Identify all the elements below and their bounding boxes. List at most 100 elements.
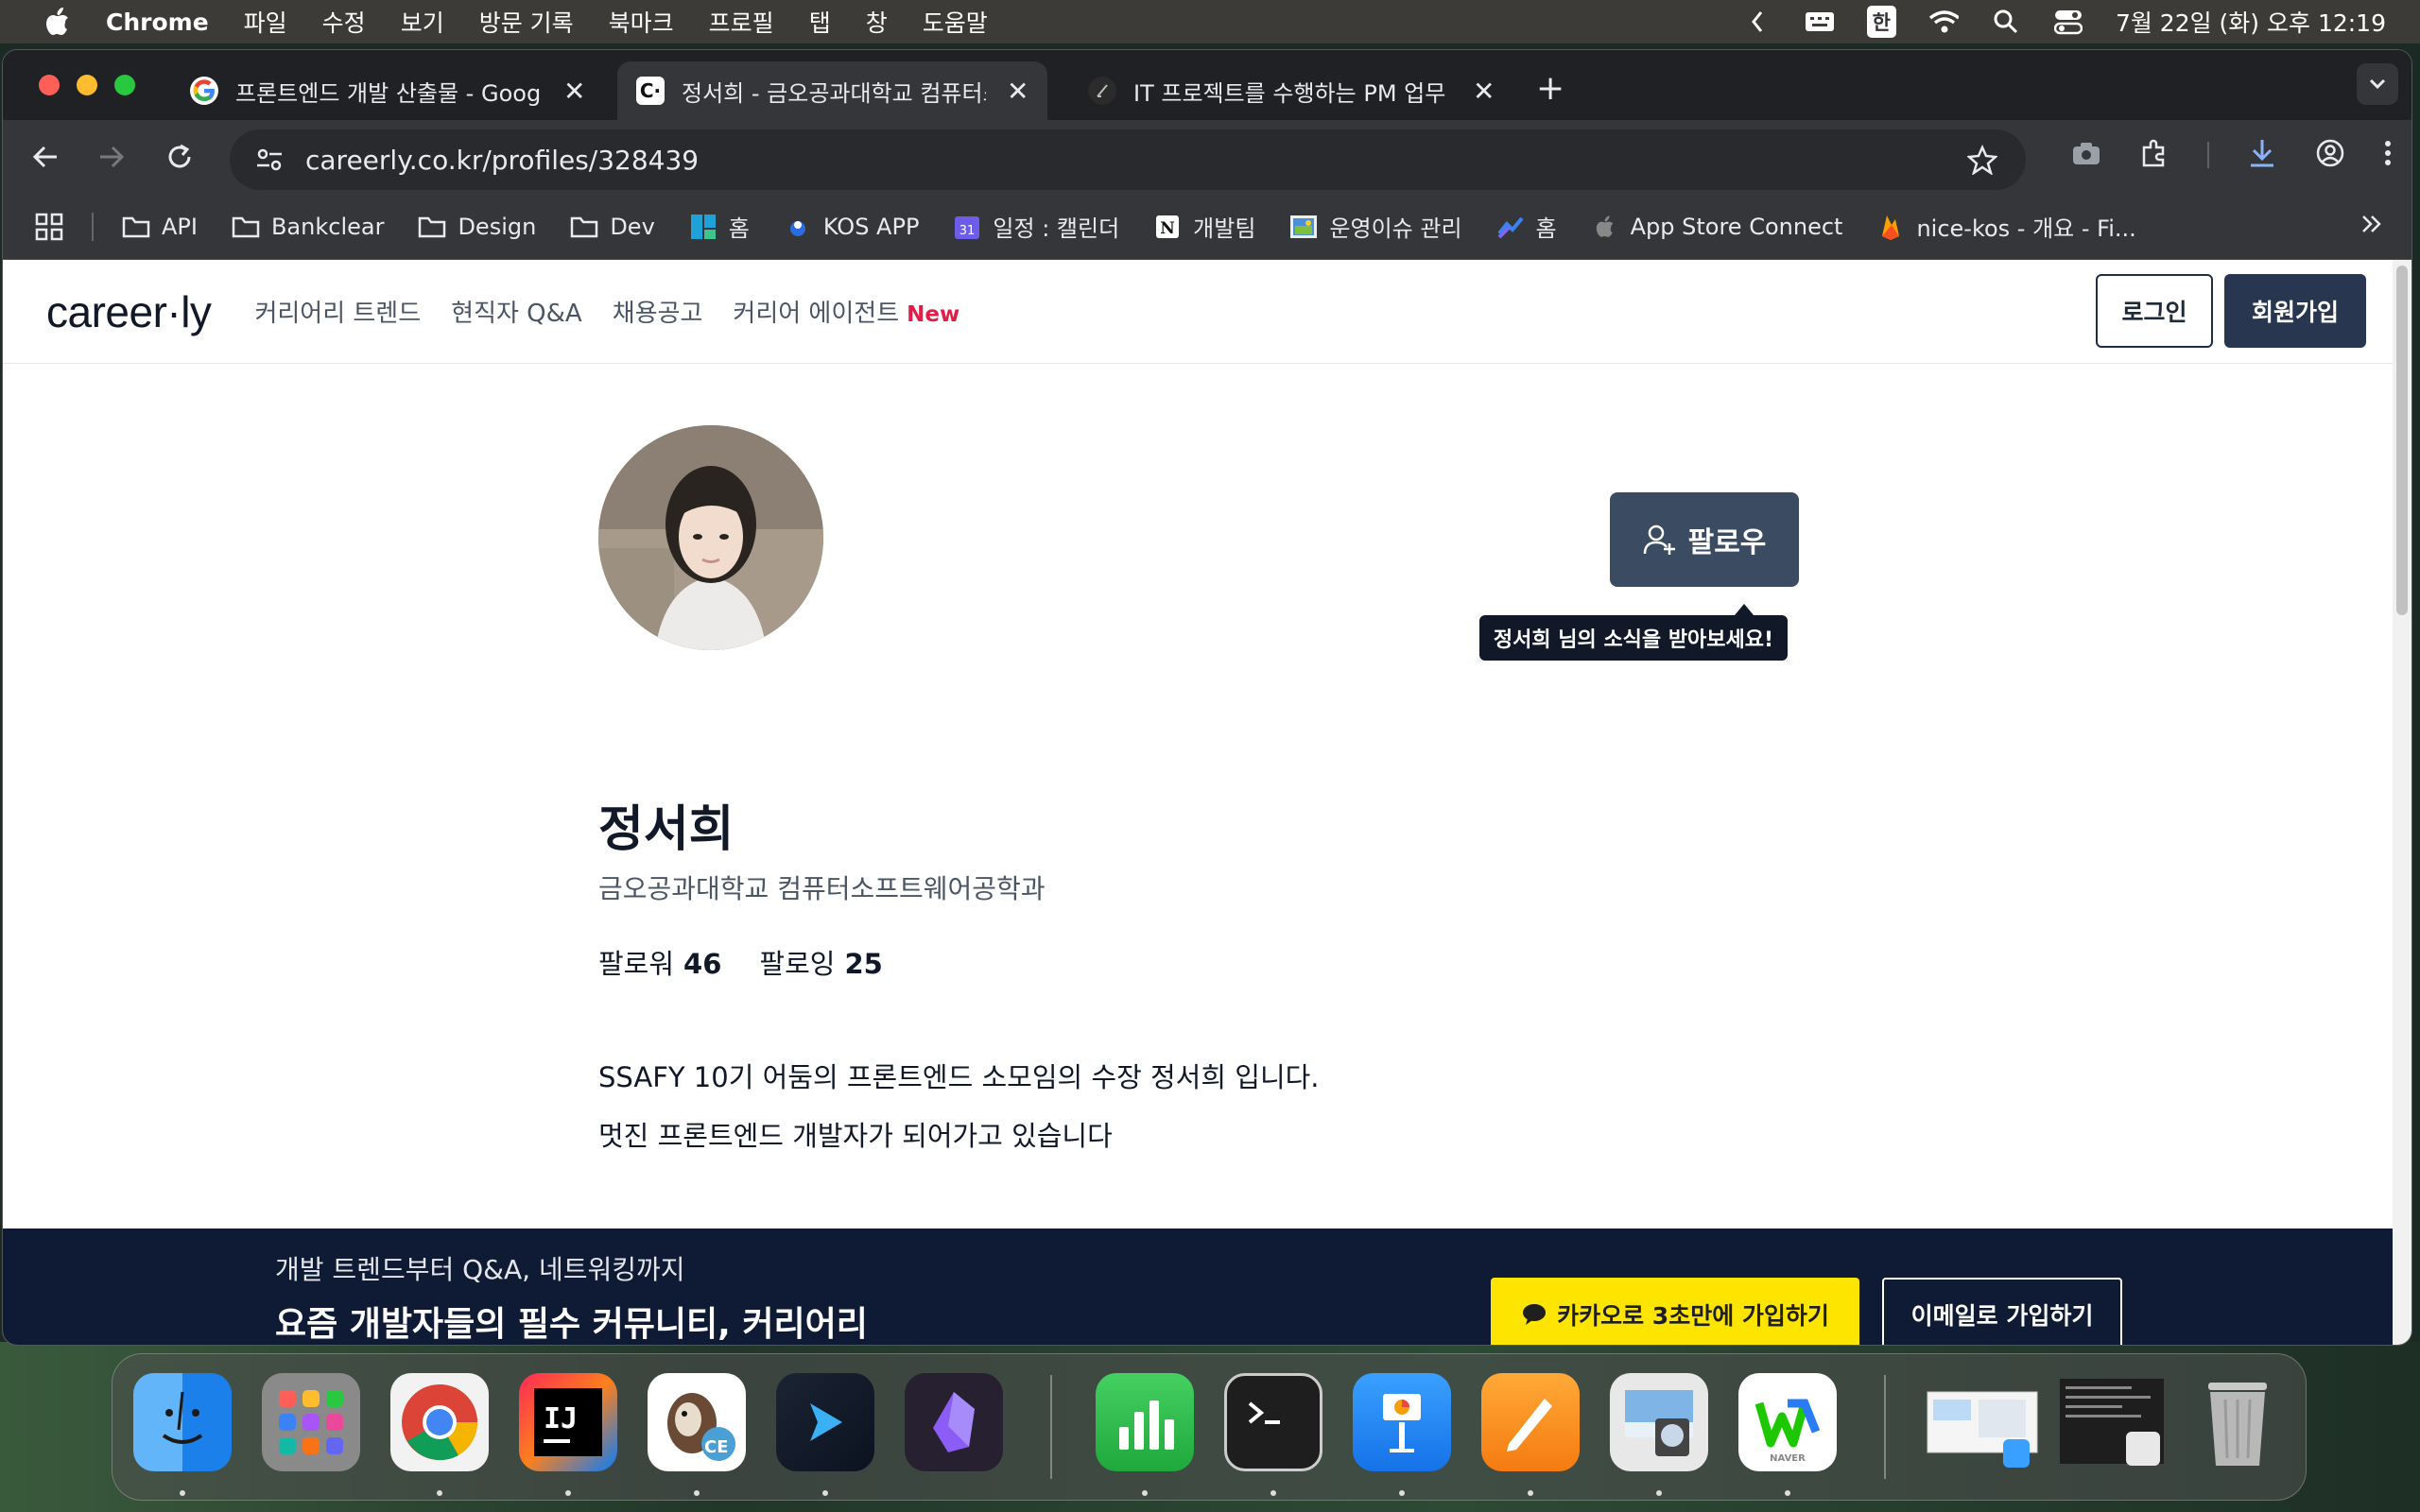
menu-view[interactable]: 보기 bbox=[401, 5, 444, 39]
naver-whale-icon[interactable]: NAVER bbox=[1738, 1373, 1837, 1471]
dbeaver-icon[interactable]: CE bbox=[648, 1373, 746, 1471]
kakao-signup-button[interactable]: 카카오로 3초만에 가입하기 bbox=[1491, 1278, 1859, 1345]
bookmark-star-icon[interactable] bbox=[1966, 144, 1998, 181]
tab-google-doc[interactable]: 프론트엔드 개발 산출물 - Google ✕ bbox=[171, 61, 604, 120]
follow-button[interactable]: 팔로우 bbox=[1610, 492, 1799, 587]
following-stat[interactable]: 팔로잉 25 bbox=[759, 942, 882, 982]
terminal-app-icon[interactable] bbox=[776, 1373, 874, 1471]
scrollbar-thumb[interactable] bbox=[2396, 266, 2408, 615]
site-info-icon[interactable] bbox=[254, 145, 285, 175]
nav-jobs[interactable]: 채용공고 bbox=[613, 294, 703, 329]
bookmark-kos-app[interactable]: KOS APP bbox=[784, 214, 919, 240]
menubar-clock[interactable]: 7월 22일 (화) 오후 12:19 bbox=[2116, 5, 2386, 39]
wifi-icon[interactable] bbox=[1928, 7, 1959, 37]
menu-history[interactable]: 방문 기록 bbox=[479, 5, 574, 39]
close-tab-icon[interactable]: ✕ bbox=[563, 76, 585, 107]
menu-profiles[interactable]: 프로필 bbox=[709, 5, 774, 39]
menu-edit[interactable]: 수정 bbox=[322, 5, 366, 39]
menu-help[interactable]: 도움말 bbox=[923, 5, 988, 39]
menu-bookmarks[interactable]: 북마크 bbox=[609, 5, 674, 39]
nav-career-agent[interactable]: 커리어 에이전트 New bbox=[733, 294, 959, 329]
google-icon bbox=[190, 77, 218, 105]
email-signup-button[interactable]: 이메일로 가입하기 bbox=[1882, 1278, 2122, 1345]
terminal-icon[interactable] bbox=[1224, 1373, 1322, 1471]
zoom-window-button[interactable] bbox=[114, 75, 135, 95]
menu-app-chrome[interactable]: Chrome bbox=[106, 9, 209, 36]
running-indicator bbox=[1656, 1490, 1662, 1496]
profile-avatar bbox=[598, 425, 823, 650]
running-indicator bbox=[1142, 1490, 1148, 1496]
running-indicator bbox=[822, 1490, 828, 1496]
signup-banner: 개발 트렌드부터 Q&A, 네트워킹까지 요즘 개발자들의 필수 커뮤니티, 커… bbox=[3, 1228, 2394, 1345]
more-bookmarks-icon[interactable] bbox=[2360, 213, 2383, 241]
dock-divider bbox=[1884, 1375, 1886, 1479]
numbers-icon[interactable] bbox=[1096, 1373, 1194, 1471]
obsidian-icon[interactable] bbox=[905, 1373, 1003, 1471]
login-button[interactable]: 로그인 bbox=[2096, 274, 2213, 348]
close-window-button[interactable] bbox=[39, 75, 60, 95]
chevron-left-icon[interactable] bbox=[1742, 7, 1772, 37]
launchpad-icon[interactable] bbox=[262, 1373, 360, 1471]
extensions-icon[interactable] bbox=[2139, 138, 2169, 172]
bookmark-folder-api[interactable]: API bbox=[122, 214, 198, 240]
profile-account-icon[interactable] bbox=[2315, 138, 2345, 172]
menu-tab[interactable]: 탭 bbox=[809, 5, 831, 39]
bookmark-folder-design[interactable]: Design bbox=[418, 214, 536, 240]
apple-icon[interactable] bbox=[38, 8, 78, 35]
address-bar[interactable]: careerly.co.kr/profiles/328439 bbox=[230, 129, 2026, 190]
notion-icon: N bbox=[1153, 214, 1182, 240]
keyboard-icon[interactable] bbox=[1805, 7, 1835, 37]
bookmark-calendar[interactable]: 31 일정 : 캘린더 bbox=[953, 210, 1119, 243]
bookmark-home-2[interactable]: 홈 bbox=[1496, 210, 1557, 243]
keynote-icon[interactable] bbox=[1353, 1373, 1451, 1471]
intellij-icon[interactable]: IJ bbox=[519, 1373, 617, 1471]
signup-button[interactable]: 회원가입 bbox=[2224, 274, 2366, 348]
menu-window[interactable]: 창 bbox=[866, 5, 888, 39]
new-tab-button[interactable]: + bbox=[1536, 69, 1564, 108]
reload-button[interactable] bbox=[160, 137, 199, 177]
more-menu-icon[interactable] bbox=[2383, 139, 2393, 171]
bookmark-dev-team[interactable]: N 개발팀 bbox=[1153, 210, 1255, 243]
nav-qna[interactable]: 현직자 Q&A bbox=[451, 294, 582, 329]
url-text[interactable]: careerly.co.kr/profiles/328439 bbox=[305, 145, 699, 176]
tab-careerly-profile[interactable]: C· 정서희 - 금오공과대학교 컴퓨터소프 ✕ bbox=[617, 61, 1048, 120]
spotlight-search-icon[interactable] bbox=[1991, 7, 2021, 37]
web-page: career·ly 커리어리 트렌드 현직자 Q&A 채용공고 커리어 에이전트… bbox=[3, 260, 2394, 1345]
minimize-window-button[interactable] bbox=[77, 75, 97, 95]
bookmark-firebase[interactable]: nice-kos - 개요 - Fi... bbox=[1876, 210, 2136, 243]
apps-grid-icon[interactable] bbox=[35, 213, 63, 241]
bookmark-folder-bankclear[interactable]: Bankclear bbox=[232, 214, 384, 240]
download-icon[interactable] bbox=[2247, 137, 2277, 173]
input-source-badge[interactable]: 한 bbox=[1866, 6, 1896, 38]
minimized-terminal-thumbnail[interactable] bbox=[2050, 1373, 2173, 1471]
tab-pm-article[interactable]: IT 프로젝트를 수행하는 PM 업무 & ✕ bbox=[1069, 61, 1513, 120]
bookmark-app-store-connect[interactable]: App Store Connect bbox=[1591, 214, 1842, 240]
close-tab-icon[interactable]: ✕ bbox=[1473, 76, 1495, 107]
svg-text:31: 31 bbox=[959, 224, 976, 238]
nav-careerly-trends[interactable]: 커리어리 트렌드 bbox=[254, 294, 421, 329]
pages-icon[interactable] bbox=[1481, 1373, 1580, 1471]
control-center-icon[interactable] bbox=[2053, 7, 2083, 37]
tab-strip: 프론트엔드 개발 산출물 - Google ✕ C· 정서희 - 금오공과대학교… bbox=[3, 50, 2411, 120]
preview-icon[interactable] bbox=[1610, 1373, 1708, 1471]
minimized-window-thumbnail[interactable] bbox=[1922, 1373, 2045, 1471]
followers-stat[interactable]: 팔로워 46 bbox=[598, 942, 721, 982]
close-tab-icon[interactable]: ✕ bbox=[1007, 76, 1028, 107]
camera-icon[interactable] bbox=[2071, 140, 2101, 170]
bookmark-home-1[interactable]: 홈 bbox=[689, 210, 750, 243]
tab-search-button[interactable] bbox=[2357, 63, 2398, 105]
page-scrollbar[interactable] bbox=[2393, 260, 2411, 1345]
menu-file[interactable]: 파일 bbox=[244, 5, 287, 39]
careerly-logo[interactable]: career·ly bbox=[46, 286, 212, 337]
finder-icon[interactable] bbox=[133, 1373, 232, 1471]
back-button[interactable] bbox=[26, 137, 65, 177]
running-indicator bbox=[1270, 1490, 1276, 1496]
bookmark-folder-dev[interactable]: Dev bbox=[570, 214, 655, 240]
bookmark-ops-issues[interactable]: 운영이슈 관리 bbox=[1289, 210, 1462, 243]
bookmark-label: Design bbox=[458, 213, 537, 240]
apple-icon bbox=[1591, 214, 1619, 240]
forward-button[interactable] bbox=[92, 137, 131, 177]
naver-label: NAVER bbox=[1770, 1453, 1806, 1464]
trash-icon[interactable] bbox=[2188, 1373, 2287, 1471]
chrome-icon[interactable] bbox=[390, 1373, 489, 1471]
